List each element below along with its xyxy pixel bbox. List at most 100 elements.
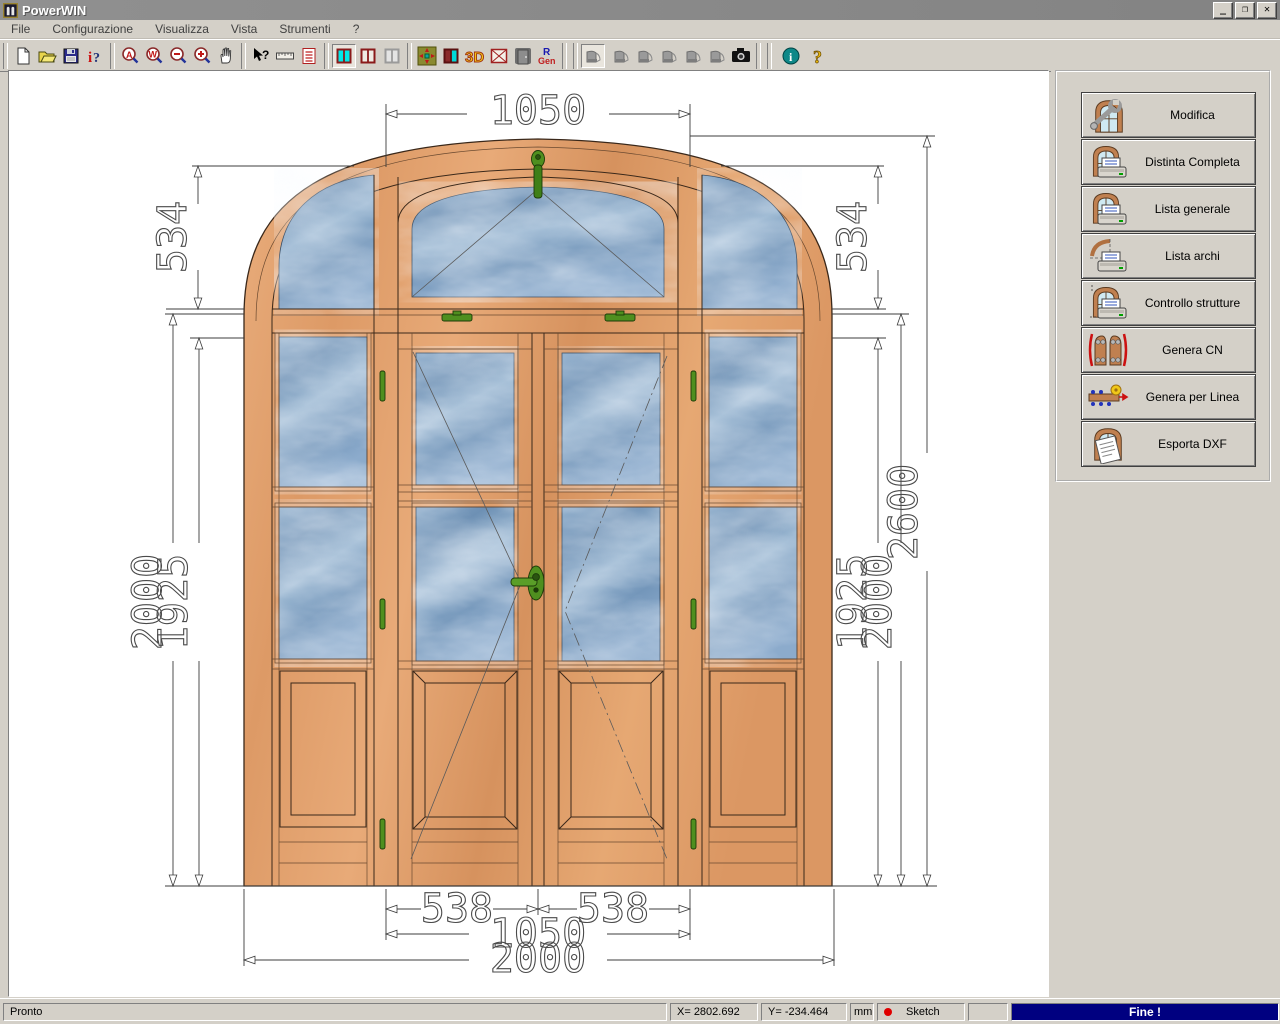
door-view-4-button[interactable]: [657, 44, 681, 68]
minimize-button[interactable]: _: [1213, 2, 1233, 19]
toolbar: i ? A W: [0, 39, 1280, 72]
finish-button[interactable]: Fine !: [1011, 1003, 1279, 1021]
door-view-icon: [659, 46, 679, 66]
toolbar-separator: [562, 43, 567, 69]
snapshot-button[interactable]: [729, 44, 753, 68]
svg-text:i: i: [88, 50, 92, 66]
genera-per-linea-button[interactable]: Genera per Linea: [1081, 374, 1256, 420]
context-help-icon: ?: [251, 46, 271, 66]
zoom-out-icon: [168, 46, 188, 66]
general-list-icon: [1086, 189, 1130, 229]
svg-text:W: W: [149, 49, 158, 59]
distinta-completa-button[interactable]: Distinta Completa: [1081, 139, 1256, 185]
window-cyan-icon: [334, 46, 354, 66]
door-view-3-button[interactable]: [633, 44, 657, 68]
generate-cnc-icon: [1086, 330, 1130, 370]
report-button[interactable]: [297, 44, 321, 68]
toolbar-separator: [241, 43, 246, 69]
zoom-all-icon: A: [120, 46, 140, 66]
menu-file[interactable]: File: [0, 21, 41, 37]
button-label: Modifica: [1130, 108, 1255, 122]
drawing-canvas[interactable]: 1050 534 534 2000 1925 1925 2000 2600 53…: [8, 70, 1049, 997]
export-dxf-icon: [1086, 424, 1130, 464]
info-button[interactable]: i: [779, 44, 803, 68]
info-icon: i: [781, 46, 801, 66]
zoom-window-button[interactable]: W: [142, 44, 166, 68]
view-double-active-button[interactable]: [332, 44, 356, 68]
coordinate-y: Y= -234.464: [761, 1003, 847, 1021]
restore-button[interactable]: ❐: [1235, 2, 1255, 19]
red-x-box-icon: [489, 46, 509, 66]
regen-icon: R Gen: [535, 45, 559, 67]
esporta-dxf-button[interactable]: Esporta DXF: [1081, 421, 1256, 467]
zoom-window-icon: W: [144, 46, 164, 66]
view-double-gray-button[interactable]: [380, 44, 404, 68]
door-view-2-button[interactable]: [609, 44, 633, 68]
regen-button[interactable]: R Gen: [535, 44, 559, 68]
menu-vista[interactable]: Vista: [220, 21, 268, 37]
view-double-outline-button[interactable]: [356, 44, 380, 68]
command-panel: Modifica Distinta Completa Lista general…: [1055, 70, 1271, 482]
pan-button[interactable]: [214, 44, 238, 68]
door-view-5-button[interactable]: [681, 44, 705, 68]
section-view-button[interactable]: [439, 44, 463, 68]
genera-cn-button[interactable]: Genera CN: [1081, 327, 1256, 373]
open-folder-icon: [37, 46, 57, 66]
svg-text:?: ?: [262, 48, 269, 62]
dim-left-inner: 1925: [151, 554, 197, 650]
zoom-in-button[interactable]: [190, 44, 214, 68]
powerwin-window: PowerWIN _ ❐ ✕ File Configurazione Visua…: [0, 0, 1280, 1024]
menu-help[interactable]: ?: [342, 21, 371, 37]
zoom-all-button[interactable]: A: [118, 44, 142, 68]
structure-check-icon: [1086, 283, 1130, 323]
lista-generale-button[interactable]: Lista generale: [1081, 186, 1256, 232]
dim-leaf-left: 538: [421, 886, 493, 932]
controllo-strutture-button[interactable]: Controllo strutture: [1081, 280, 1256, 326]
svg-text:A: A: [126, 50, 133, 60]
dim-arch-right: 534: [830, 201, 876, 273]
center-view-button[interactable]: [415, 44, 439, 68]
sketch-mode-indicator: Sketch: [877, 1003, 965, 1021]
toolbar-separator: [110, 43, 115, 69]
zoom-out-button[interactable]: [166, 44, 190, 68]
door-slab-button[interactable]: [511, 44, 535, 68]
dim-right-total: 2600: [881, 464, 927, 560]
svg-text:?: ?: [93, 51, 100, 66]
close-view-button[interactable]: [487, 44, 511, 68]
generate-line-icon: [1086, 377, 1130, 417]
toolbar-separator: [324, 43, 329, 69]
measure-button[interactable]: [273, 44, 297, 68]
menu-bar: File Configurazione Visualizza Vista Str…: [0, 20, 1280, 39]
door-view-6-button[interactable]: [705, 44, 729, 68]
context-help-button[interactable]: ?: [249, 44, 273, 68]
close-button[interactable]: ✕: [1257, 2, 1277, 19]
svg-text:Gen: Gen: [538, 56, 556, 66]
menu-visualizza[interactable]: Visualizza: [144, 21, 220, 37]
toolbar-separator: [767, 43, 772, 69]
door-view-icon: [707, 46, 727, 66]
svg-text:?: ?: [813, 47, 822, 66]
camera-icon: [730, 46, 752, 66]
title-bar[interactable]: PowerWIN _ ❐ ✕: [0, 0, 1280, 20]
lista-archi-button[interactable]: Lista archi: [1081, 233, 1256, 279]
app-icon: [3, 3, 18, 18]
new-document-button[interactable]: [11, 44, 35, 68]
door-view-1-button[interactable]: [581, 44, 605, 68]
help-button[interactable]: ?: [807, 44, 831, 68]
menu-strumenti[interactable]: Strumenti: [268, 21, 341, 37]
menu-configurazione[interactable]: Configurazione: [41, 21, 144, 37]
save-button[interactable]: [59, 44, 83, 68]
open-button[interactable]: [35, 44, 59, 68]
button-label: Lista generale: [1130, 202, 1255, 216]
modifica-button[interactable]: Modifica: [1081, 92, 1256, 138]
about-button[interactable]: i ?: [83, 44, 107, 68]
dim-bottom-total: 2000: [490, 936, 586, 982]
three-d-icon: 3D: [463, 46, 487, 66]
dim-top-width: 1050: [490, 88, 586, 134]
report-list-icon: [299, 46, 319, 66]
three-d-button[interactable]: 3D: [463, 44, 487, 68]
dim-leaf-right: 538: [577, 886, 649, 932]
save-floppy-icon: [61, 46, 81, 66]
status-spare: [968, 1003, 1008, 1021]
svg-text:3D: 3D: [465, 49, 484, 66]
